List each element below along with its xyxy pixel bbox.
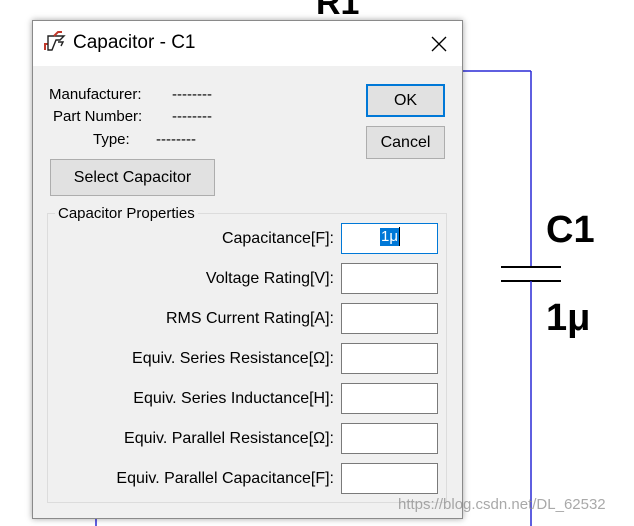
manufacturer-label: Manufacturer: bbox=[49, 86, 142, 103]
part-number-value: -------- bbox=[172, 108, 212, 125]
group-title: Capacitor Properties bbox=[55, 205, 198, 222]
type-label: Type: bbox=[93, 131, 130, 148]
rms-current-rating-label: RMS Current Rating[A]: bbox=[165, 310, 334, 327]
dialog-title: Capacitor - C1 bbox=[73, 32, 196, 53]
part-number-label: Part Number: bbox=[53, 108, 143, 125]
ok-button[interactable]: OK bbox=[366, 84, 445, 117]
parallel-resistance-label: Equiv. Parallel Resistance[Ω]: bbox=[124, 430, 334, 447]
parallel-capacitance-input[interactable] bbox=[341, 463, 438, 494]
c1-value-label[interactable]: 1μ bbox=[546, 298, 590, 338]
select-capacitor-button[interactable]: Select Capacitor bbox=[50, 159, 215, 196]
type-value: -------- bbox=[156, 131, 196, 148]
ltspice-icon bbox=[44, 31, 66, 51]
esr-label: Equiv. Series Resistance[Ω]: bbox=[132, 350, 334, 367]
capacitance-input[interactable] bbox=[341, 223, 438, 254]
c1-reference-label[interactable]: C1 bbox=[546, 210, 595, 250]
parallel-resistance-input[interactable] bbox=[341, 423, 438, 454]
cancel-button[interactable]: Cancel bbox=[366, 126, 445, 159]
capacitor-dialog: Capacitor - C1 Manufacturer: -------- Pa… bbox=[32, 20, 463, 519]
esr-input[interactable] bbox=[341, 343, 438, 374]
voltage-rating-label: Voltage Rating[V]: bbox=[205, 270, 334, 287]
esl-input[interactable] bbox=[341, 383, 438, 414]
watermark: https://blog.csdn.net/DL_62532 bbox=[398, 496, 606, 513]
rms-current-rating-input[interactable] bbox=[341, 303, 438, 334]
capacitance-label: Capacitance[F]: bbox=[221, 230, 334, 247]
voltage-rating-input[interactable] bbox=[341, 263, 438, 294]
manufacturer-value: -------- bbox=[172, 86, 212, 103]
dialog-titlebar[interactable]: Capacitor - C1 bbox=[33, 21, 462, 66]
close-icon bbox=[431, 36, 447, 51]
parallel-capacitance-label: Equiv. Parallel Capacitance[F]: bbox=[116, 470, 334, 487]
close-button[interactable] bbox=[416, 21, 462, 66]
esl-label: Equiv. Series Inductance[H]: bbox=[133, 390, 334, 407]
r1-reference-label[interactable]: R1 bbox=[316, 0, 359, 20]
